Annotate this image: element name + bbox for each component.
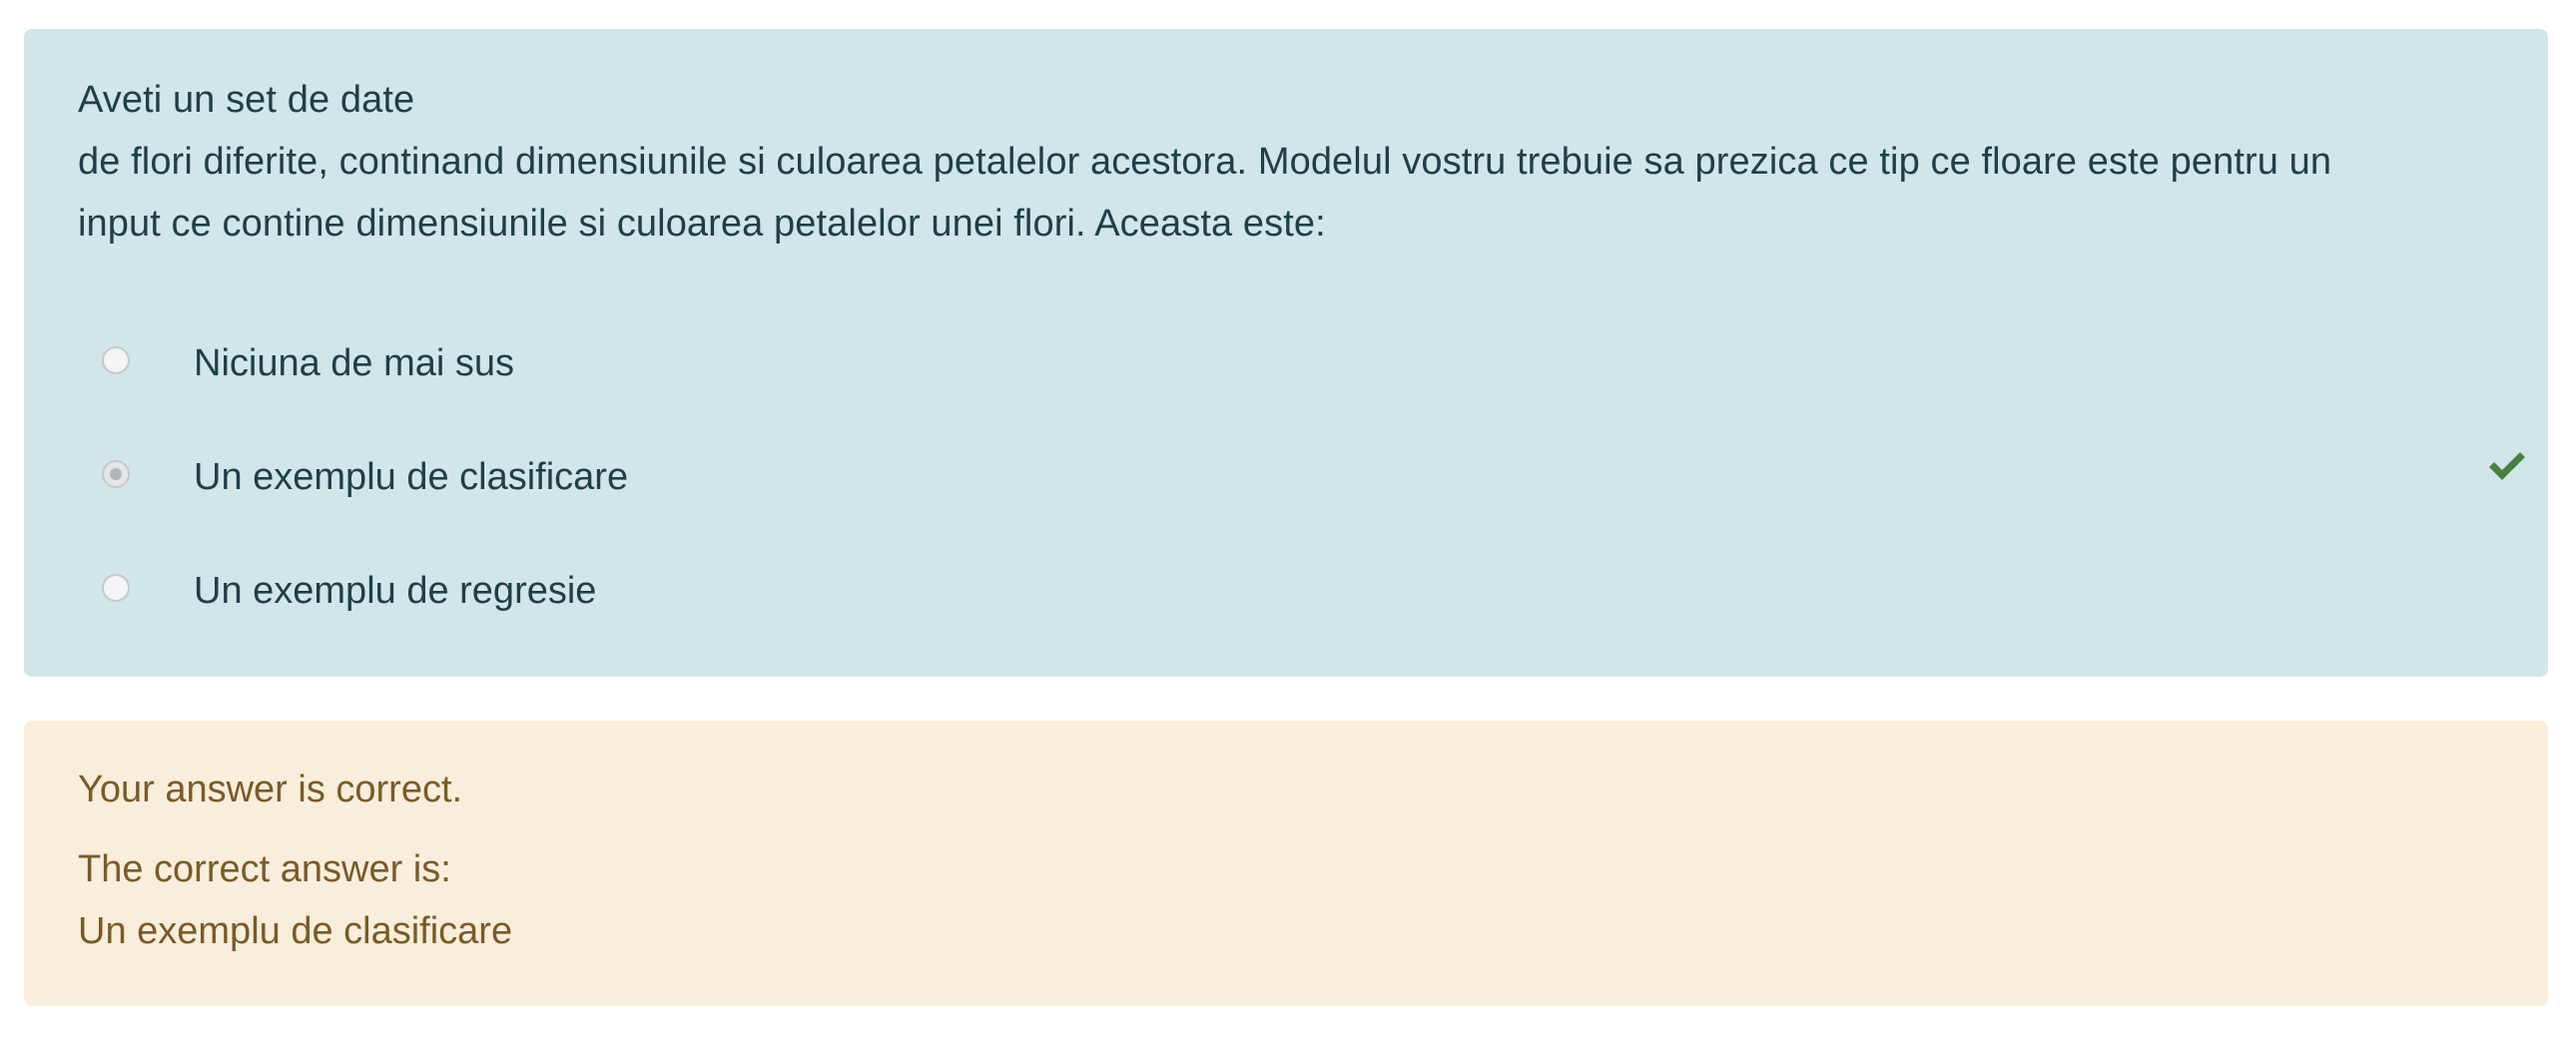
answer-option-niciuna[interactable]: Niciuna de mai sus: [102, 306, 2528, 420]
correct-answer-value: Un exemplu de clasificare: [78, 910, 513, 952]
answer-label[interactable]: Un exemplu de regresie: [194, 570, 596, 613]
question-text: Aveti un set de date de flori diferite, …: [78, 69, 2494, 255]
question-text-line-2: de flori diferite, continand dimensiunil…: [78, 141, 2332, 183]
radio-button[interactable]: [102, 574, 130, 602]
question-text-line-3: input ce contine dimensiunile si culoare…: [78, 203, 1326, 245]
question-panel: Aveti un set de date de flori diferite, …: [24, 29, 2548, 677]
radio-button-selected[interactable]: [102, 460, 130, 488]
answer-label[interactable]: Un exemplu de clasificare: [194, 456, 628, 499]
answer-options: Niciuna de mai sus Un exemplu de clasifi…: [102, 306, 2528, 648]
answer-label[interactable]: Niciuna de mai sus: [194, 342, 514, 385]
answer-option-regresie[interactable]: Un exemplu de regresie: [102, 534, 2528, 648]
feedback-panel: Your answer is correct. The correct answ…: [24, 721, 2548, 1006]
radio-button[interactable]: [102, 346, 130, 374]
check-icon: [2489, 452, 2525, 480]
correct-answer-label: The correct answer is:: [78, 848, 451, 890]
answer-option-clasificare[interactable]: Un exemplu de clasificare: [102, 420, 2528, 534]
feedback-result: Your answer is correct.: [78, 769, 463, 810]
question-text-line-1: Aveti un set de date: [78, 79, 415, 121]
